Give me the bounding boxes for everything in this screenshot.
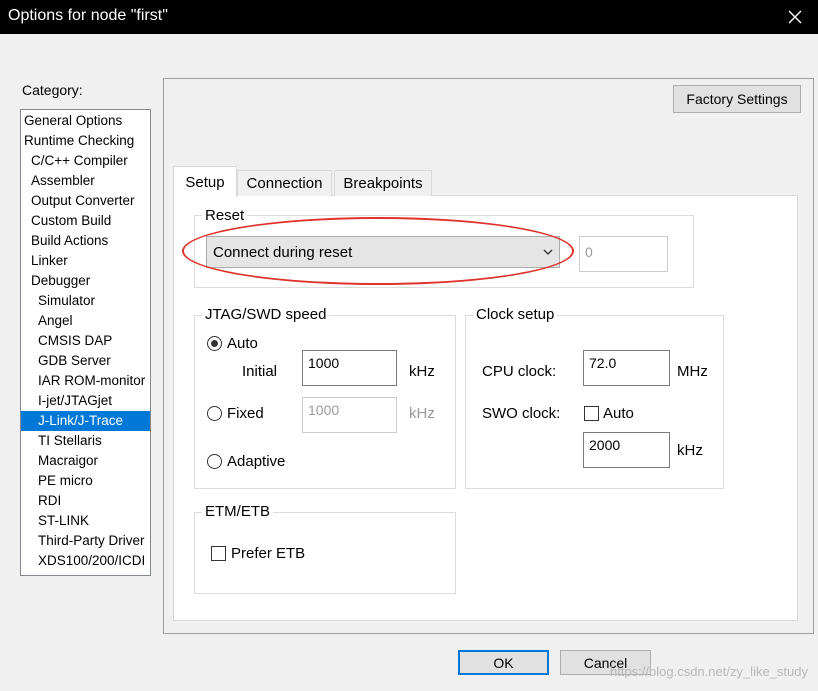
category-label: Category: (22, 82, 83, 98)
category-item[interactable]: Assembler (21, 171, 150, 191)
reset-mode-select[interactable]: Connect during reset (206, 236, 560, 268)
close-icon (788, 10, 802, 24)
tab-breakpoints[interactable]: Breakpoints (334, 170, 432, 196)
factory-settings-button[interactable]: Factory Settings (673, 85, 801, 113)
category-item[interactable]: J-Link/J-Trace (21, 411, 150, 431)
jtag-speed-group-label: JTAG/SWD speed (202, 306, 330, 323)
category-item[interactable]: Output Converter (21, 191, 150, 211)
category-item[interactable]: Third-Party Driver (21, 531, 150, 551)
jtag-adaptive-label: Adaptive (227, 453, 286, 470)
reset-group-label: Reset (202, 207, 248, 224)
category-item[interactable]: General Options (21, 111, 150, 131)
swo-auto-checkbox[interactable] (584, 406, 599, 421)
jtag-initial-unit: kHz (409, 363, 435, 380)
title-bar: Options for node "first" (0, 0, 818, 34)
close-button[interactable] (772, 0, 818, 34)
clock-setup-group-label: Clock setup (473, 306, 558, 323)
reset-delay-input[interactable]: 0 (579, 236, 668, 272)
window-title: Options for node "first" (8, 7, 168, 24)
chevron-down-icon (543, 249, 553, 255)
jtag-fixed-radio[interactable] (207, 406, 222, 421)
jtag-adaptive-radio[interactable] (207, 454, 222, 469)
swo-auto-label: Auto (603, 405, 634, 422)
swo-clock-input[interactable]: 2000 (583, 432, 670, 468)
jtag-initial-input[interactable]: 1000 (302, 350, 397, 386)
prefer-etb-checkbox[interactable] (211, 546, 226, 561)
jtag-fixed-input[interactable]: 1000 (302, 397, 397, 433)
jtag-auto-radio[interactable] (207, 336, 222, 351)
category-item[interactable]: Linker (21, 251, 150, 271)
cpu-clock-unit: MHz (677, 363, 708, 380)
category-item[interactable]: Macraigor (21, 451, 150, 471)
swo-clock-label: SWO clock: (482, 405, 561, 422)
category-item[interactable]: I-jet/JTAGjet (21, 391, 150, 411)
jtag-initial-label: Initial (242, 363, 278, 380)
category-item[interactable]: Custom Build (21, 211, 150, 231)
cpu-clock-label: CPU clock: (482, 363, 557, 380)
category-item[interactable]: ST-LINK (21, 511, 150, 531)
category-item[interactable]: Angel (21, 311, 150, 331)
category-item[interactable]: GDB Server (21, 351, 150, 371)
category-item[interactable]: CMSIS DAP (21, 331, 150, 351)
category-item[interactable]: IAR ROM-monitor (21, 371, 150, 391)
jtag-fixed-unit: kHz (409, 405, 435, 422)
category-item[interactable]: RDI (21, 491, 150, 511)
prefer-etb-label: Prefer ETB (231, 545, 306, 562)
category-item[interactable]: XDS100/200/ICDI (21, 551, 150, 571)
category-item[interactable]: Debugger (21, 271, 150, 291)
category-item[interactable]: Build Actions (21, 231, 150, 251)
watermark: https://blog.csdn.net/zy_like_study (609, 664, 808, 679)
reset-mode-value: Connect during reset (213, 243, 353, 261)
swo-clock-unit: kHz (677, 442, 703, 459)
ok-button[interactable]: OK (458, 650, 549, 675)
category-item[interactable]: C/C++ Compiler (21, 151, 150, 171)
tab-connection[interactable]: Connection (237, 170, 332, 196)
category-item[interactable]: Runtime Checking (21, 131, 150, 151)
category-item[interactable]: Simulator (21, 291, 150, 311)
tab-setup[interactable]: Setup (173, 166, 237, 197)
category-list: General Options Runtime Checking C/C++ Com… (20, 109, 151, 576)
category-item[interactable]: TI Stellaris (21, 431, 150, 451)
cpu-clock-input[interactable]: 72.0 (583, 350, 670, 386)
etm-etb-group-label: ETM/ETB (202, 503, 274, 520)
category-item[interactable]: PE micro (21, 471, 150, 491)
jtag-auto-label: Auto (227, 335, 258, 352)
jtag-fixed-label: Fixed (227, 405, 264, 422)
